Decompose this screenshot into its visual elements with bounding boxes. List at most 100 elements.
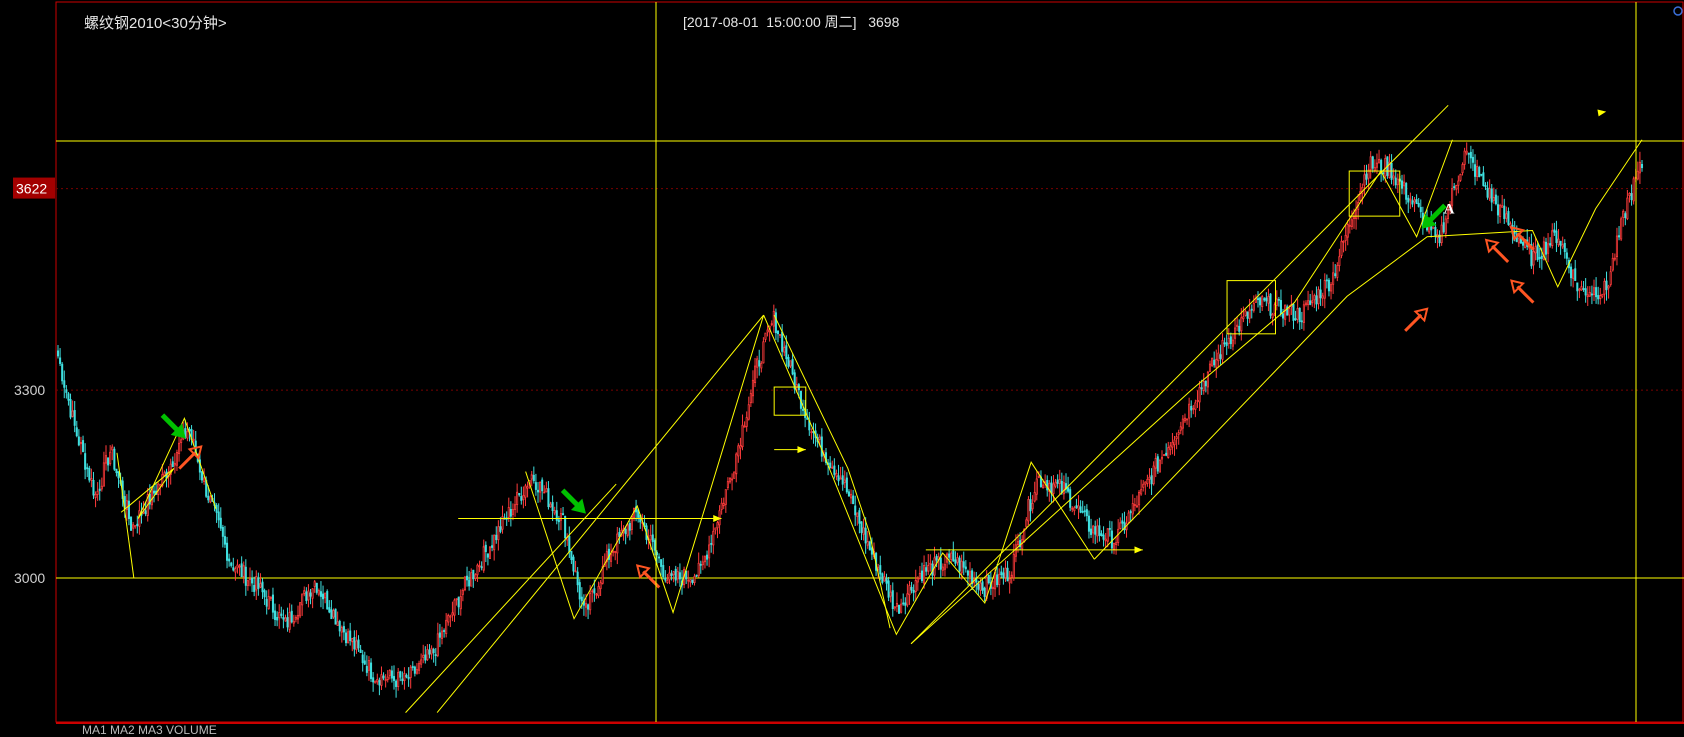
sell-signal-arrow-1-shaft <box>642 570 661 589</box>
candle <box>77 429 80 447</box>
candle-body <box>572 556 575 572</box>
candle-body <box>1494 194 1497 205</box>
candle-body <box>463 576 466 591</box>
candle-body <box>1607 285 1610 289</box>
candle <box>1263 297 1266 302</box>
candle-body <box>1599 294 1602 300</box>
candle <box>399 670 402 682</box>
candle <box>952 541 955 562</box>
candle-body <box>948 553 951 558</box>
candle-body <box>178 442 181 455</box>
candle <box>895 592 898 613</box>
candle <box>1561 236 1564 249</box>
candle <box>1338 248 1341 272</box>
candle-body <box>136 523 139 526</box>
candle-body <box>104 455 108 464</box>
candle-body <box>996 574 999 586</box>
candle <box>791 353 794 376</box>
candle-body <box>173 463 176 466</box>
candle-body <box>1532 251 1535 266</box>
candle <box>278 604 281 629</box>
candle <box>1613 253 1616 262</box>
candle-body <box>703 556 706 563</box>
candlestick-series <box>56 142 1644 698</box>
candle-body <box>200 471 204 481</box>
candle-body <box>764 332 767 340</box>
candle <box>288 603 291 633</box>
candle-body <box>1067 487 1070 492</box>
sell-signal-arrow-0-shaft <box>178 451 197 470</box>
candle <box>866 530 869 549</box>
candle <box>616 526 619 565</box>
candle <box>925 562 928 576</box>
candle <box>662 557 665 580</box>
candle <box>670 570 673 581</box>
candle <box>259 573 262 589</box>
candle <box>1246 311 1249 326</box>
candle-body <box>1190 405 1193 411</box>
candle <box>664 570 667 583</box>
candle <box>1123 511 1126 534</box>
candle <box>115 468 118 477</box>
candle-body <box>918 572 921 579</box>
candle-body <box>610 553 613 562</box>
candle <box>758 349 761 376</box>
price-chart[interactable]: A 3300 3000 3622 <box>0 0 1684 729</box>
candle <box>574 560 577 573</box>
candle-body <box>342 626 345 633</box>
candle-body <box>1309 300 1312 305</box>
candle-body <box>1150 475 1153 485</box>
candle-body <box>545 488 548 493</box>
candle-body <box>1050 482 1053 494</box>
candle-body <box>399 671 402 678</box>
candle <box>1302 300 1305 331</box>
candle <box>1417 197 1420 208</box>
candle-body <box>407 676 410 680</box>
drawing-overlays: A <box>116 2 1643 722</box>
candle <box>582 594 585 616</box>
candle-body <box>979 582 982 591</box>
candle <box>246 579 249 591</box>
candle-body <box>1459 173 1462 181</box>
candle-body <box>616 533 619 554</box>
candle-body <box>916 578 919 583</box>
candle-body <box>1553 229 1556 233</box>
candle-body <box>720 502 723 510</box>
candle-body <box>952 550 955 562</box>
candle <box>1413 196 1416 213</box>
candle <box>424 646 427 664</box>
candle <box>1469 145 1472 169</box>
sell-signal-arrow-2-shaft <box>1404 313 1423 332</box>
candle-body <box>1407 197 1410 203</box>
candle <box>854 495 857 527</box>
candle <box>653 538 656 556</box>
candle-body <box>1135 505 1138 508</box>
candle <box>263 588 266 605</box>
candle-body <box>436 633 439 656</box>
candle <box>708 535 711 568</box>
candle-body <box>898 604 901 614</box>
candle <box>488 545 492 560</box>
candle-body <box>1338 256 1341 266</box>
candle-body <box>395 680 398 687</box>
candle <box>1044 474 1047 488</box>
candle <box>1609 265 1612 287</box>
candle <box>1098 517 1101 542</box>
candle-body <box>1334 273 1337 277</box>
candle-body <box>1563 243 1566 253</box>
candle <box>1031 495 1034 514</box>
candle <box>67 392 70 406</box>
candle <box>1071 506 1074 513</box>
candle-body <box>466 575 469 581</box>
candle <box>403 667 406 690</box>
candle-body <box>1592 287 1596 296</box>
candle <box>595 592 598 599</box>
candle <box>1551 223 1554 249</box>
candle <box>1304 300 1308 307</box>
candle <box>269 596 272 601</box>
candle <box>491 534 494 552</box>
candle <box>881 572 884 585</box>
candle <box>232 557 235 572</box>
candle <box>367 656 370 681</box>
candle <box>1202 373 1205 395</box>
